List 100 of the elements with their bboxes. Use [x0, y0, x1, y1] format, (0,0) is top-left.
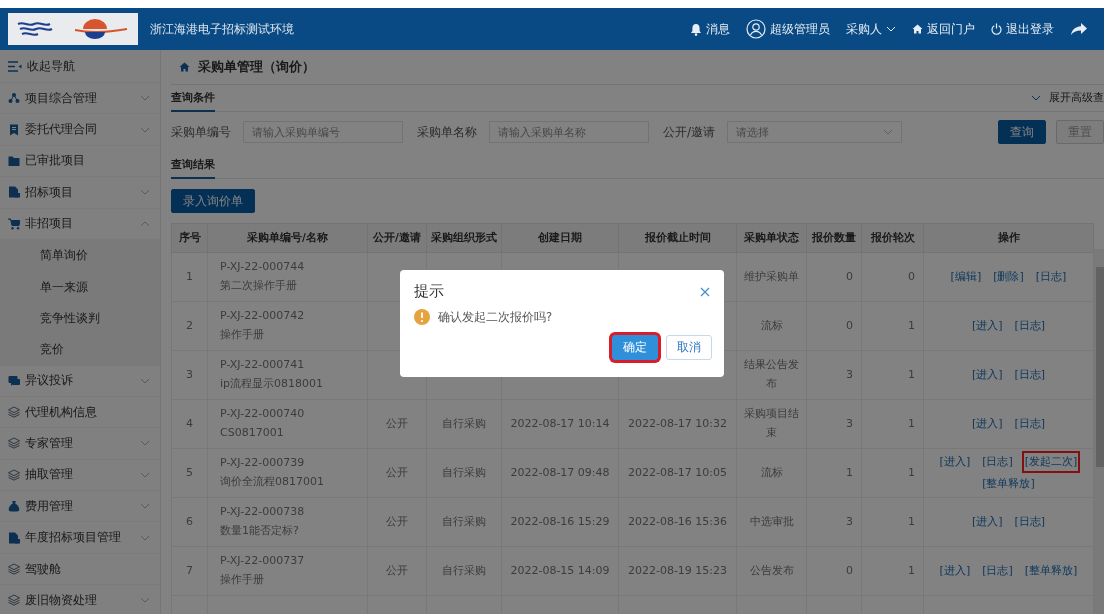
table-cell: 公开	[386, 514, 408, 528]
sidebar-item[interactable]: 已审批项目	[0, 145, 160, 178]
cancel-button[interactable]: 取消	[666, 335, 712, 360]
layers-icon	[8, 594, 20, 607]
field-label: 采购单编号	[171, 123, 231, 141]
table-cell: 1	[186, 269, 193, 283]
order-code: P-XJ-22-000739	[220, 455, 306, 472]
action-link[interactable]: [日志]	[1011, 510, 1049, 534]
order-code: P-XJ-22-000744	[220, 259, 306, 276]
sidebar-item[interactable]: 驾驶舱	[0, 553, 160, 586]
close-icon	[700, 286, 710, 297]
table-cell: 自行采购	[442, 514, 486, 528]
order-name: 数量1能否定标?	[220, 523, 300, 539]
action-link[interactable]: [日志]	[1011, 314, 1049, 338]
action-link[interactable]: [编辑]	[947, 265, 985, 289]
sidebar-item[interactable]: 委托代理合同	[0, 114, 160, 146]
action-link[interactable]: [进入]	[968, 314, 1006, 338]
user-icon	[746, 19, 766, 39]
table-cell: 0	[846, 269, 853, 283]
action-link[interactable]: [发起二次]	[1021, 450, 1081, 473]
chevron-up-icon	[140, 220, 150, 227]
sidebar-subitem[interactable]: 竞价	[0, 334, 160, 366]
sidebar-item[interactable]: 项目综合管理	[0, 83, 160, 115]
table-cell: 自行采购	[442, 465, 486, 479]
confirm-button[interactable]: 确定	[612, 335, 658, 360]
sidebar-item[interactable]: 非招项目	[0, 208, 160, 240]
document-icon	[8, 186, 20, 199]
table-cell: 公开	[386, 465, 408, 479]
sidebar-subitem[interactable]: 单一来源	[0, 271, 160, 303]
add-inquiry-button[interactable]: 录入询价单	[171, 189, 255, 213]
table-cell: 2022-08-17 10:32	[627, 416, 728, 430]
action-link[interactable]: [日志]	[1011, 412, 1049, 436]
table-cell: 0	[908, 269, 915, 283]
search-button[interactable]: 查询	[998, 120, 1046, 144]
table-cell: 2022-08-17 10:14	[510, 416, 610, 430]
table-cell: 2022-08-17 10:05	[627, 465, 728, 479]
field-label: 采购单名称	[417, 123, 477, 141]
table-cell: 1	[908, 563, 915, 577]
action-link[interactable]: [进入]	[936, 559, 974, 583]
dialog-title: 提示	[414, 282, 444, 301]
action-link[interactable]: [整单释放]	[1021, 559, 1081, 583]
messages-link[interactable]: 消息	[690, 20, 730, 38]
chevron-down-icon	[140, 95, 150, 102]
action-link[interactable]: [删除]	[990, 265, 1027, 289]
action-link[interactable]: [进入]	[968, 363, 1006, 387]
table-cell: 5	[186, 465, 193, 479]
sidebar-subitem[interactable]: 简单询价	[0, 239, 160, 272]
layers-icon	[8, 437, 20, 450]
action-link[interactable]: [日志]	[979, 559, 1016, 583]
action-link[interactable]: [进入]	[968, 412, 1006, 436]
table-cell: 流标	[760, 318, 783, 332]
home-icon	[179, 62, 190, 72]
table-cell: 3	[846, 416, 853, 430]
field-label: 公开/邀请	[663, 123, 716, 141]
share-arrow-icon[interactable]	[1070, 22, 1088, 36]
order-name: CS0817001	[220, 425, 285, 441]
table-cell: 2022-08-16 15:29	[510, 514, 610, 528]
advanced-search-toggle[interactable]: 展开高级查	[1031, 90, 1104, 111]
action-link[interactable]: [日志]	[1011, 363, 1049, 387]
order-name: 询价全流程0817001	[220, 474, 325, 490]
sidebar-item[interactable]: 代理机构信息	[0, 396, 160, 429]
logout-link[interactable]: 退出登录	[991, 20, 1054, 38]
chat-icon	[8, 374, 20, 387]
collapse-nav-button[interactable]: 收起导航	[0, 50, 160, 83]
sidebar-item[interactable]: 费用管理	[0, 491, 160, 523]
portal-link[interactable]: 返回门户	[912, 20, 975, 38]
sidebar-item[interactable]: 年度招标项目管理	[0, 522, 160, 554]
table-cell: 2022-08-15 14:09	[510, 563, 610, 577]
power-icon	[991, 23, 1002, 35]
table-cell: 自行采购	[442, 563, 486, 577]
table-cell: 结果公告发布	[744, 358, 799, 390]
chevron-down-icon	[140, 440, 150, 447]
order-code: P-XJ-22-000738	[220, 504, 306, 521]
role-dropdown[interactable]: 采购人	[846, 20, 896, 38]
column-header: 创建日期	[501, 223, 619, 253]
action-link[interactable]: [日志]	[1032, 265, 1070, 289]
action-link[interactable]: [整单释放]	[979, 473, 1038, 496]
chevron-down-icon	[140, 377, 150, 384]
action-link[interactable]: [进入]	[936, 450, 974, 473]
chevron-down-icon	[1031, 94, 1041, 101]
action-link[interactable]: [进入]	[968, 510, 1006, 534]
table-cell: 2022-08-19 15:23	[627, 563, 728, 577]
user-link[interactable]: 超级管理员	[746, 19, 830, 39]
scrollbar[interactable]	[1094, 249, 1104, 614]
sidebar-item[interactable]: 废旧物资处理	[0, 585, 160, 614]
chevron-down-icon	[140, 189, 150, 196]
action-link[interactable]: [日志]	[979, 450, 1016, 473]
cart-icon	[8, 217, 20, 230]
sidebar-item[interactable]: 招标项目	[0, 177, 160, 209]
sidebar-item[interactable]: 专家管理	[0, 428, 160, 460]
order-code: P-XJ-22-000737	[220, 553, 306, 570]
sidebar-item[interactable]: 抽取管理	[0, 459, 160, 492]
collapse-menu-icon	[8, 60, 22, 72]
document-icon	[8, 531, 20, 544]
breadcrumb-title: 采购单管理（询价）	[198, 58, 315, 76]
column-header: 采购组织形式	[426, 223, 502, 253]
sidebar-subitem[interactable]: 竞争性谈判	[0, 302, 160, 335]
table-cell: 2022-08-17 09:48	[510, 465, 610, 479]
table-cell: 2022-08-16 15:36	[627, 514, 728, 528]
order-name: 操作手册	[220, 327, 265, 343]
